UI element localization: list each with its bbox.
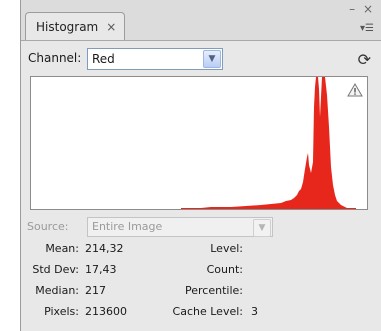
- cache-level-value: 3: [251, 305, 258, 318]
- pixels-label: Pixels:: [44, 305, 79, 318]
- chevron-down-icon[interactable]: ▼: [203, 50, 221, 68]
- stddev-value: 17,43: [85, 263, 117, 276]
- cache-level-label: Cache Level:: [172, 305, 243, 318]
- tab-histogram[interactable]: Histogram ×: [25, 12, 125, 40]
- median-value: 217: [85, 284, 106, 297]
- level-label: Level:: [210, 242, 243, 255]
- source-row: Source: Entire Image ▼: [21, 216, 381, 238]
- chevron-down-icon: ▼: [253, 219, 271, 237]
- histogram-plot: [181, 77, 356, 209]
- panel-menu-icon[interactable]: ▾☰: [357, 22, 377, 36]
- channel-row: Channel: Red ▼: [21, 48, 381, 70]
- stddev-label: Std Dev:: [32, 263, 79, 276]
- source-select: Entire Image ▼: [87, 217, 273, 237]
- refresh-icon[interactable]: ⟳: [358, 50, 371, 69]
- close-icon[interactable]: ×: [106, 20, 116, 34]
- channel-label: Channel:: [28, 51, 82, 65]
- warning-icon[interactable]: [347, 83, 363, 97]
- median-label: Median:: [35, 284, 79, 297]
- window-controls[interactable]: – ×: [349, 2, 375, 16]
- mean-value: 214,32: [85, 242, 124, 255]
- histogram-panel: Histogram × – × ▾☰ Channel: Red ▼ ⟳ Sour…: [20, 0, 381, 331]
- pixels-value: 213600: [85, 305, 127, 318]
- tab-label: Histogram: [36, 19, 99, 34]
- count-label: Count:: [206, 263, 243, 276]
- histogram-graph: [181, 77, 356, 209]
- source-label: Source:: [27, 220, 69, 233]
- panel-titlebar: Histogram × – × ▾☰: [21, 0, 381, 41]
- percentile-label: Percentile:: [185, 284, 243, 297]
- source-value: Entire Image: [92, 220, 163, 233]
- channel-value: Red: [92, 52, 115, 66]
- mean-label: Mean:: [45, 242, 79, 255]
- channel-select[interactable]: Red ▼: [87, 48, 223, 70]
- histogram-view[interactable]: [30, 76, 368, 210]
